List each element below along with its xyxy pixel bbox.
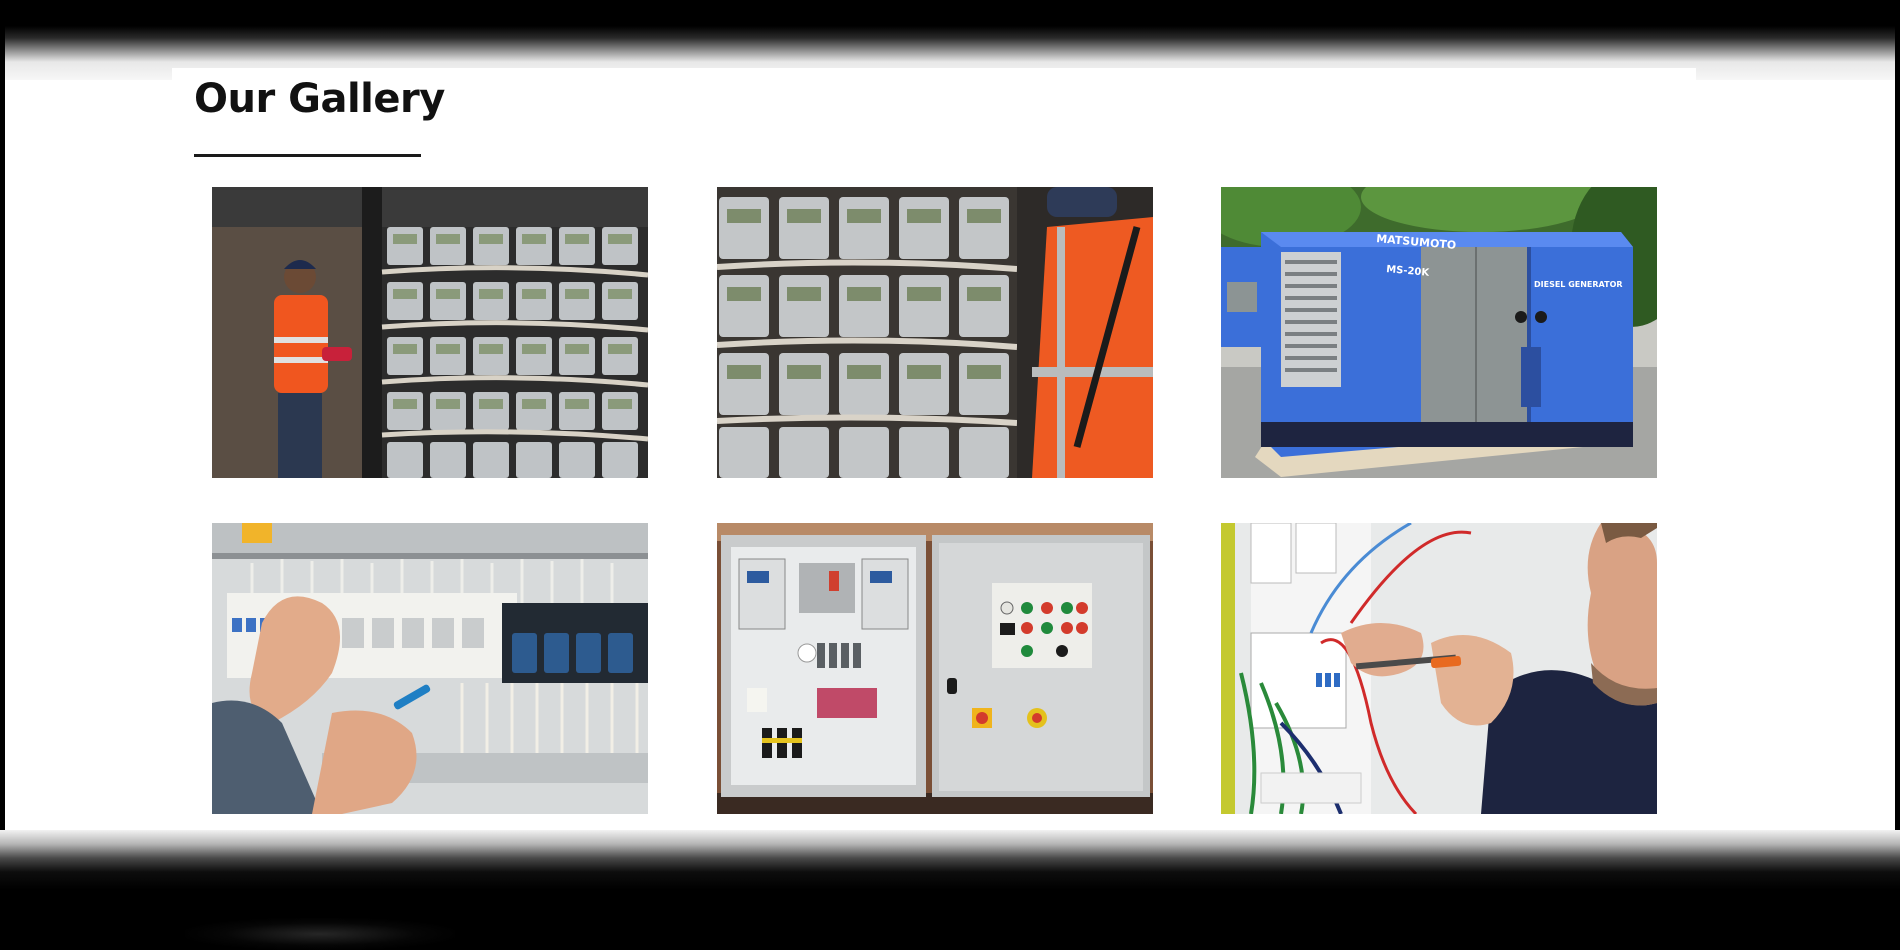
gallery-photo-meter-wall[interactable] [717,187,1153,478]
gallery-photo-wiring-board[interactable] [212,523,648,814]
svg-text:DIESEL GENERATOR: DIESEL GENERATOR [1534,280,1623,289]
left-edge [0,0,5,950]
generator-photo: MATSUMOTO MS-20K DIESEL GENERATOR [1221,187,1657,478]
gallery-section: Our Gallery MATSUMOTO MS-20K DIESEL GENE… [172,68,1696,841]
meter-technician-photo [212,187,648,478]
electrician-photo [1221,523,1657,814]
gallery-photo-electrician[interactable] [1221,523,1657,814]
title-underline [194,154,421,157]
wiring-board-photo [212,523,648,814]
gallery-photo-generator[interactable]: MATSUMOTO MS-20K DIESEL GENERATOR [1221,187,1657,478]
gallery-photo-control-panels[interactable] [717,523,1153,814]
meter-wall-photo [717,187,1153,478]
control-panels-photo [717,523,1153,814]
right-edge [1895,0,1900,950]
footer-blurred-text [185,918,455,950]
section-title: Our Gallery [194,76,445,122]
gallery-photo-meter-technician[interactable] [212,187,648,478]
